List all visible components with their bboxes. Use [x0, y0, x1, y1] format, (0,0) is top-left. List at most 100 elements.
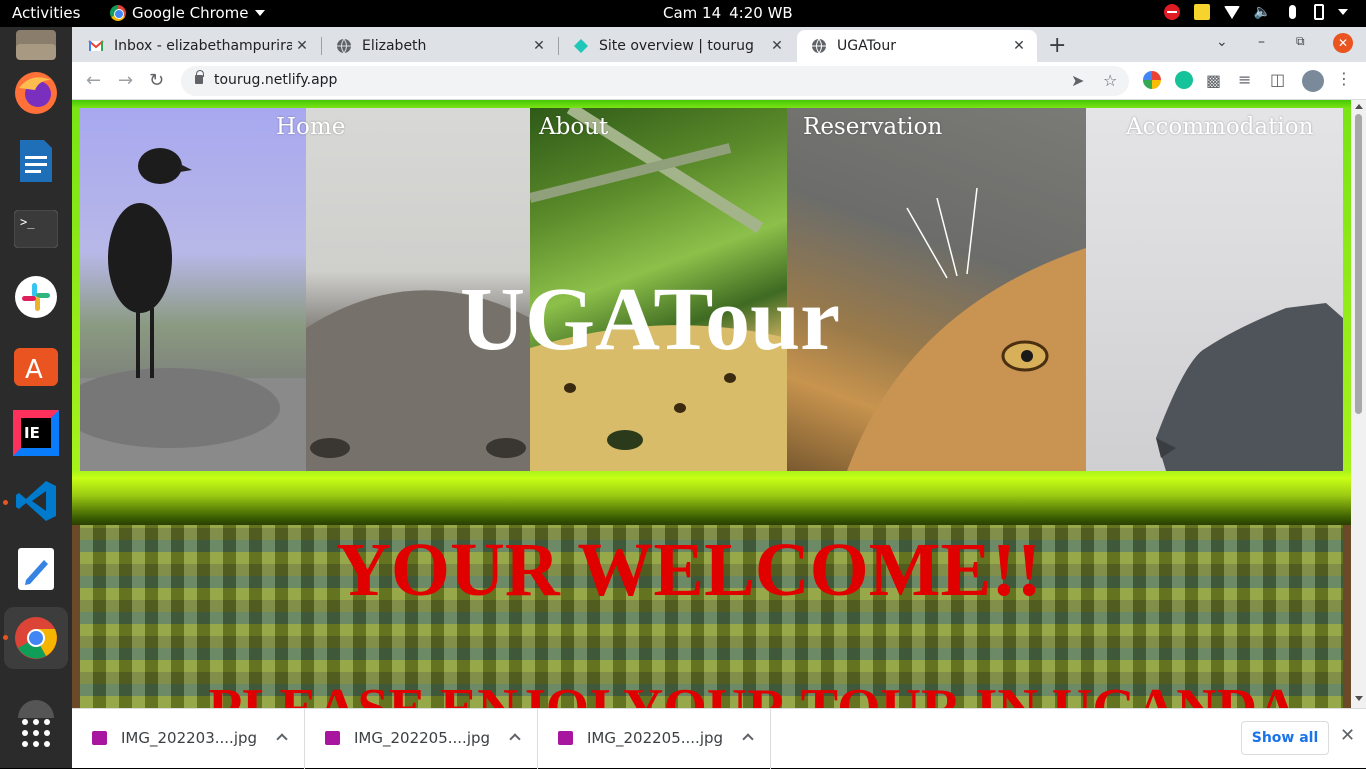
download-filename[interactable]: IMG_202205....jpg [587, 729, 723, 747]
crow-illustration [80, 148, 306, 471]
page-scrollbar[interactable] [1351, 100, 1366, 708]
svg-text:>_: >_ [20, 215, 35, 229]
hero-banner: Home About Reservation Accommodation UGA… [80, 108, 1343, 471]
profile-avatar[interactable] [1302, 70, 1324, 92]
tab-elizabeth[interactable]: Elizabeth ✕ [322, 30, 557, 62]
scrollbar-thumb[interactable] [1355, 114, 1362, 414]
clock-time: 4:20 WB [729, 4, 793, 22]
tab-search-icon[interactable]: ⌄ [1216, 34, 1228, 50]
close-icon[interactable]: ✕ [529, 38, 549, 54]
show-apps-button[interactable] [10, 707, 62, 759]
browser-toolbar: ← → ↻ tourug.netlify.app ➤ ☆ ▩ ≡ ◫ ⋮ [72, 62, 1366, 100]
forward-button[interactable]: → [118, 70, 133, 91]
scroll-down-arrow-icon[interactable] [1355, 696, 1363, 701]
svg-text:IE: IE [24, 424, 40, 442]
rhino-illustration [1156, 303, 1343, 471]
dock-app-center[interactable]: A [10, 339, 62, 391]
side-panel-icon[interactable]: ◫ [1270, 70, 1285, 89]
dock-slack[interactable] [10, 271, 62, 323]
tab-site-overview[interactable]: Site overview | tourug ✕ [559, 30, 795, 62]
minimize-button[interactable]: – [1258, 34, 1265, 50]
page-viewport: Home About Reservation Accommodation UGA… [72, 100, 1366, 708]
download-item[interactable]: IMG_202203....jpg [72, 709, 305, 769]
tab-strip: Inbox - elizabethampurira ✕ Elizabeth ✕ … [72, 27, 1366, 62]
globe-icon [812, 38, 826, 54]
media-control-icon[interactable]: ≡ [1238, 70, 1251, 89]
bookmark-star-icon[interactable]: ☆ [1103, 71, 1117, 90]
volume-icon[interactable]: 🔈 [1254, 4, 1271, 20]
system-tray[interactable]: 🔈 [1163, 4, 1348, 20]
intellij-idea-icon: IE [13, 410, 59, 456]
chevron-up-icon[interactable] [509, 733, 521, 745]
download-filename[interactable]: IMG_202203....jpg [121, 729, 257, 747]
close-icon[interactable]: ✕ [1340, 725, 1355, 746]
battery-icon[interactable] [1314, 4, 1324, 20]
address-bar[interactable]: tourug.netlify.app ➤ ☆ [181, 66, 1129, 96]
close-icon[interactable]: ✕ [767, 38, 787, 54]
window-close-button[interactable]: ✕ [1333, 33, 1353, 53]
netlify-icon [574, 39, 588, 53]
tab-label: Inbox - elizabethampurira [114, 38, 292, 54]
wifi-icon[interactable] [1223, 5, 1240, 19]
dock-chrome[interactable] [4, 607, 68, 669]
running-indicator [3, 500, 8, 505]
slack-icon [15, 276, 57, 318]
download-shelf: IMG_202203....jpg IMG_202205....jpg IMG_… [72, 708, 1366, 769]
dock-vscode[interactable] [10, 475, 62, 527]
back-button[interactable]: ← [86, 70, 101, 91]
caret-down-icon [254, 10, 265, 16]
close-icon[interactable]: ✕ [1009, 38, 1029, 54]
libreoffice-writer-icon [20, 140, 52, 182]
do-not-disturb-icon[interactable] [1163, 4, 1180, 20]
download-item[interactable]: IMG_202205....jpg [305, 709, 538, 769]
download-item[interactable]: IMG_202205....jpg [538, 709, 771, 769]
dock-files[interactable] [10, 19, 62, 71]
chevron-up-icon[interactable] [276, 733, 288, 745]
gnome-top-bar: Activities Google Chrome Cam 14 4:20 WB … [0, 0, 1366, 27]
nav-about[interactable]: About [539, 114, 608, 140]
grammarly-extension-icon[interactable] [1175, 71, 1193, 89]
clock[interactable]: Cam 14 4:20 WB [663, 4, 793, 22]
download-filename[interactable]: IMG_202205....jpg [354, 729, 490, 747]
tab-ugatour[interactable]: UGATour ✕ [797, 30, 1037, 62]
gmail-icon [88, 40, 104, 51]
vscode-icon [16, 481, 56, 521]
image-file-icon [92, 731, 107, 745]
image-file-icon [558, 731, 573, 745]
lock-icon[interactable] [195, 70, 204, 84]
running-indicator [3, 635, 8, 640]
system-menu-caret-icon[interactable] [1338, 9, 1348, 15]
sticky-notes-icon[interactable] [1193, 4, 1210, 20]
site-brand-title: UGATour [460, 270, 841, 369]
url-text[interactable]: tourug.netlify.app [214, 72, 337, 88]
send-to-device-icon[interactable]: ➤ [1071, 71, 1084, 90]
close-icon[interactable]: ✕ [292, 38, 312, 54]
show-all-button[interactable]: Show all [1241, 721, 1329, 755]
nav-home[interactable]: Home [276, 114, 345, 140]
svg-text:A: A [25, 355, 43, 385]
welcome-subheading: PLEASE ENJOI YOUR TOUR IN UGANDA [208, 677, 1298, 708]
dock-terminal[interactable]: >_ [10, 203, 62, 255]
app-menu[interactable]: Google Chrome [110, 4, 265, 22]
hero-frame: Home About Reservation Accommodation UGA… [72, 100, 1351, 525]
color-picker-extension-icon[interactable] [1143, 71, 1161, 89]
nav-reservation[interactable]: Reservation [803, 114, 942, 140]
welcome-section: YOUR WELCOME!! PLEASE ENJOI YOUR TOUR IN… [80, 525, 1343, 708]
microphone-icon[interactable] [1289, 5, 1296, 19]
more-menu-icon[interactable]: ⋮ [1336, 69, 1352, 88]
new-tab-button[interactable]: + [1048, 33, 1066, 58]
welcome-heading: YOUR WELCOME!! [336, 528, 1042, 612]
dock-writer[interactable] [10, 135, 62, 187]
scroll-up-arrow-icon[interactable] [1355, 104, 1363, 109]
reload-button[interactable]: ↻ [149, 70, 164, 91]
globe-icon [337, 38, 351, 54]
tab-inbox[interactable]: Inbox - elizabethampurira ✕ [74, 30, 320, 62]
crow-image [80, 108, 306, 471]
dock-firefox[interactable] [10, 67, 62, 119]
dock-text-editor[interactable] [10, 543, 62, 595]
extensions-puzzle-icon[interactable]: ▩ [1206, 71, 1221, 90]
nav-accommodation[interactable]: Accommodation [1126, 114, 1313, 140]
dock-intellij[interactable]: IE [10, 407, 62, 459]
restore-button[interactable]: ⧉ [1296, 34, 1305, 49]
chevron-up-icon[interactable] [742, 733, 754, 745]
